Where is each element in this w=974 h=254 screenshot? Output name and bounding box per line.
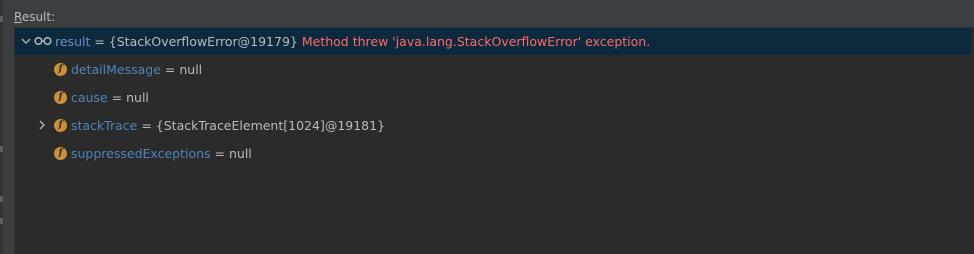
field-line: stackTrace = {StackTraceElement[1024]@19… — [71, 118, 385, 133]
result-label-text: esult: — [21, 10, 56, 24]
gutter-marker — [0, 218, 3, 224]
field-line: suppressedExceptions = null — [71, 146, 252, 161]
watch-glasses-icon — [34, 36, 52, 46]
equals-sign: = — [160, 62, 180, 77]
result-value: {StackOverflowError@19179} — [108, 34, 298, 49]
equals-sign: = — [137, 118, 156, 133]
gutter-marker — [0, 146, 3, 152]
variables-tree[interactable]: result = {StackOverflowError@19179} Meth… — [14, 27, 972, 254]
tree-row-stackTrace[interactable]: f stackTrace = {StackTraceElement[1024]@… — [15, 112, 972, 139]
equals-sign: = — [107, 90, 127, 105]
field-value: null — [126, 90, 149, 105]
field-name: cause — [71, 90, 108, 105]
field-name: suppressedExceptions — [71, 146, 211, 161]
field-icon: f — [54, 91, 67, 104]
field-value: {StackTraceElement[1024]@19181} — [155, 118, 386, 133]
tree-row-detailMessage[interactable]: f detailMessage = null — [15, 56, 972, 83]
result-label-mnemonic: R — [14, 10, 22, 24]
exception-message: Method threw 'java.lang.StackOverflowErr… — [301, 34, 651, 49]
field-icon: f — [54, 119, 67, 132]
field-name: stackTrace — [71, 118, 138, 133]
field-icon: f — [54, 63, 67, 76]
tree-row-suppressedExceptions[interactable]: f suppressedExceptions = null — [15, 140, 972, 167]
result-line: result = {StackOverflowError@19179} Meth… — [55, 34, 650, 49]
tree-row-cause[interactable]: f cause = null — [15, 84, 972, 111]
tree-row-result[interactable]: result = {StackOverflowError@19179} Meth… — [15, 28, 972, 55]
evaluate-result-panel: Result: result = {StackOverflowError@191… — [0, 0, 974, 254]
field-value: null — [228, 146, 252, 161]
left-gutter — [0, 0, 3, 254]
equals-sign: = — [90, 34, 109, 49]
equals-sign: = — [210, 146, 229, 161]
field-line: cause = null — [71, 90, 149, 105]
field-value: null — [179, 62, 203, 77]
field-line: detailMessage = null — [71, 62, 202, 77]
gutter-marker — [0, 196, 3, 202]
result-label: Result: — [14, 10, 55, 24]
chevron-right-icon[interactable] — [36, 119, 48, 131]
field-icon: f — [54, 147, 67, 160]
gutter-marker — [0, 16, 3, 22]
result-name: result — [55, 34, 91, 49]
field-name: detailMessage — [71, 62, 161, 77]
chevron-down-icon[interactable] — [20, 35, 32, 47]
